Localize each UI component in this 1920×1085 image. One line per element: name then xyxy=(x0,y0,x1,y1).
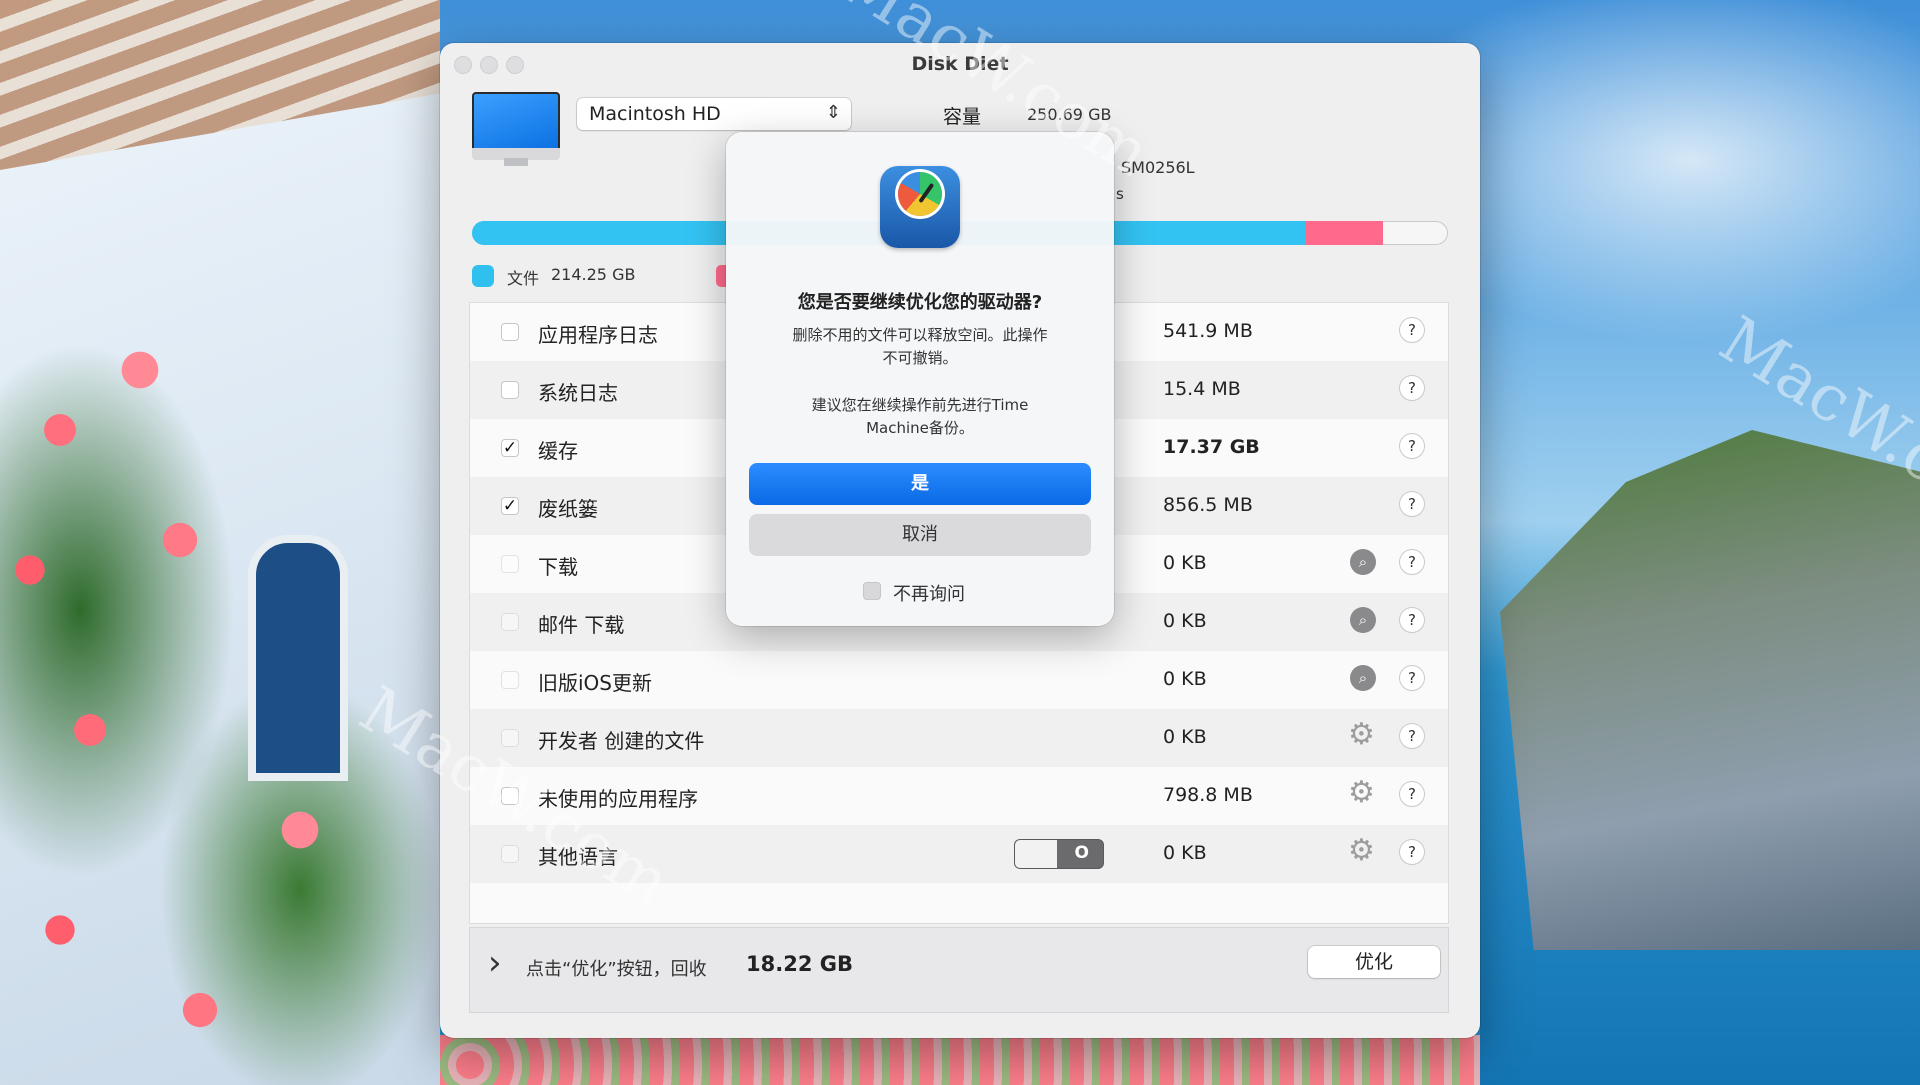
help-button[interactable]: ? xyxy=(1400,666,1424,690)
help-button[interactable]: ? xyxy=(1400,376,1424,400)
toggle-knob xyxy=(1015,840,1057,868)
gear-icon[interactable]: ⚙ xyxy=(1348,720,1375,750)
list-item: 其他语言 O 0 KB ⚙? xyxy=(470,825,1448,883)
legend-other-swatch xyxy=(716,265,726,287)
item-size: 541.9 MB xyxy=(1163,320,1253,342)
dont-ask-label: 不再询问 xyxy=(893,584,965,605)
item-label: 缓存 xyxy=(538,439,578,463)
wallpaper-bottom-flowers xyxy=(440,1035,1480,1085)
list-item: 未使用的应用程序 798.8 MB ⚙? xyxy=(470,767,1448,825)
item-checkbox[interactable] xyxy=(501,787,519,805)
wallpaper-window xyxy=(248,535,348,781)
item-size: 0 KB xyxy=(1163,610,1207,632)
search-icon[interactable]: ⌕ xyxy=(1350,607,1376,633)
help-button[interactable]: ? xyxy=(1400,724,1424,748)
item-label: 下载 xyxy=(538,555,578,579)
item-size: 0 KB xyxy=(1163,726,1207,748)
search-icon[interactable]: ⌕ xyxy=(1350,549,1376,575)
disk-model: SM0256L xyxy=(1121,158,1195,177)
wallpaper-cliff xyxy=(1500,430,1920,950)
help-button[interactable]: ? xyxy=(1400,840,1424,864)
item-label: 应用程序日志 xyxy=(538,323,658,347)
footer-text: 点击“优化”按钮，回收 xyxy=(526,959,707,980)
disk-model-suffix: s xyxy=(1116,185,1124,203)
capacity-label: 容量 xyxy=(943,106,982,128)
gear-icon[interactable]: ⚙ xyxy=(1348,778,1375,808)
legend-files-swatch xyxy=(472,265,494,287)
usage-bar-other xyxy=(1306,221,1383,245)
item-checkbox[interactable]: ✓ xyxy=(501,439,519,457)
item-checkbox[interactable] xyxy=(501,671,519,689)
updown-chevron-icon: ⇕ xyxy=(825,102,841,123)
item-label: 旧版iOS更新 xyxy=(538,671,652,695)
imac-icon xyxy=(472,92,562,166)
legend-files-value: 214.25 GB xyxy=(551,265,636,284)
help-button[interactable]: ? xyxy=(1400,318,1424,342)
confirm-dialog: 您是否要继续优化您的驱动器? 删除不用的文件可以释放空间。此操作 不可撤销。 建… xyxy=(726,132,1114,626)
item-label: 邮件 下载 xyxy=(538,613,625,637)
help-button[interactable]: ? xyxy=(1400,782,1424,806)
cancel-button[interactable]: 取消 xyxy=(749,514,1091,556)
item-size: 17.37 GB xyxy=(1163,436,1260,458)
gear-icon[interactable]: ⚙ xyxy=(1348,836,1375,866)
list-item: 开发者 创建的文件 0 KB ⚙? xyxy=(470,709,1448,767)
item-checkbox[interactable] xyxy=(501,555,519,573)
legend-files-label: 文件 xyxy=(507,269,540,288)
item-size: 0 KB xyxy=(1163,668,1207,690)
optimize-button[interactable]: 优化 xyxy=(1308,946,1440,978)
yes-button[interactable]: 是 xyxy=(749,463,1091,505)
dialog-title: 您是否要继续优化您的驱动器? xyxy=(797,292,1043,313)
item-size: 0 KB xyxy=(1163,552,1207,574)
item-label: 开发者 创建的文件 xyxy=(538,729,705,753)
item-label: 废纸篓 xyxy=(538,497,598,521)
capacity-value: 250.69 GB xyxy=(1027,105,1112,124)
search-icon[interactable]: ⌕ xyxy=(1350,665,1376,691)
item-label: 未使用的应用程序 xyxy=(538,787,698,811)
wallpaper-flowers xyxy=(0,310,440,1085)
help-button[interactable]: ? xyxy=(1400,608,1424,632)
item-checkbox[interactable] xyxy=(501,381,519,399)
item-size: 0 KB xyxy=(1163,842,1207,864)
dialog-message-backup-line2: Machine备份。 xyxy=(866,419,974,437)
chevron-right-icon[interactable]: › xyxy=(488,946,502,980)
item-checkbox[interactable]: ✓ xyxy=(501,497,519,515)
toggle-state-text: O xyxy=(1074,843,1089,863)
item-size: 15.4 MB xyxy=(1163,378,1241,400)
disk-diet-app-icon xyxy=(880,166,960,248)
dialog-message-line1: 删除不用的文件可以释放空间。此操作 xyxy=(792,326,1048,344)
item-size: 798.8 MB xyxy=(1163,784,1253,806)
list-item: 旧版iOS更新 0 KB ⌕? xyxy=(470,651,1448,709)
dialog-message: 删除不用的文件可以释放空间。此操作 不可撤销。 xyxy=(766,324,1074,370)
disk-select-value: Macintosh HD xyxy=(589,103,721,125)
window-title: Disk Diet xyxy=(911,53,1009,75)
item-checkbox[interactable] xyxy=(501,729,519,747)
languages-toggle[interactable]: O xyxy=(1015,840,1103,868)
item-label: 系统日志 xyxy=(538,381,618,405)
dialog-message-backup: 建议您在继续操作前先进行Time Machine备份。 xyxy=(766,394,1074,440)
titlebar: Disk Diet xyxy=(440,43,1480,87)
item-checkbox[interactable] xyxy=(501,323,519,341)
dialog-message-line2: 不可撤销。 xyxy=(882,349,958,367)
item-checkbox[interactable] xyxy=(501,613,519,631)
item-size: 856.5 MB xyxy=(1163,494,1253,516)
help-button[interactable]: ? xyxy=(1400,550,1424,574)
footer-amount: 18.22 GB xyxy=(746,952,853,976)
dont-ask-checkbox[interactable] xyxy=(863,582,881,600)
disk-select[interactable]: Macintosh HD ⇕ xyxy=(577,98,851,130)
item-checkbox[interactable] xyxy=(501,845,519,863)
item-label: 其他语言 xyxy=(538,845,618,869)
dialog-message-backup-line1: 建议您在继续操作前先进行Time xyxy=(811,396,1029,414)
footer-bar: › 点击“优化”按钮，回收 18.22 GB 优化 xyxy=(470,928,1448,1012)
help-button[interactable]: ? xyxy=(1400,492,1424,516)
help-button[interactable]: ? xyxy=(1400,434,1424,458)
